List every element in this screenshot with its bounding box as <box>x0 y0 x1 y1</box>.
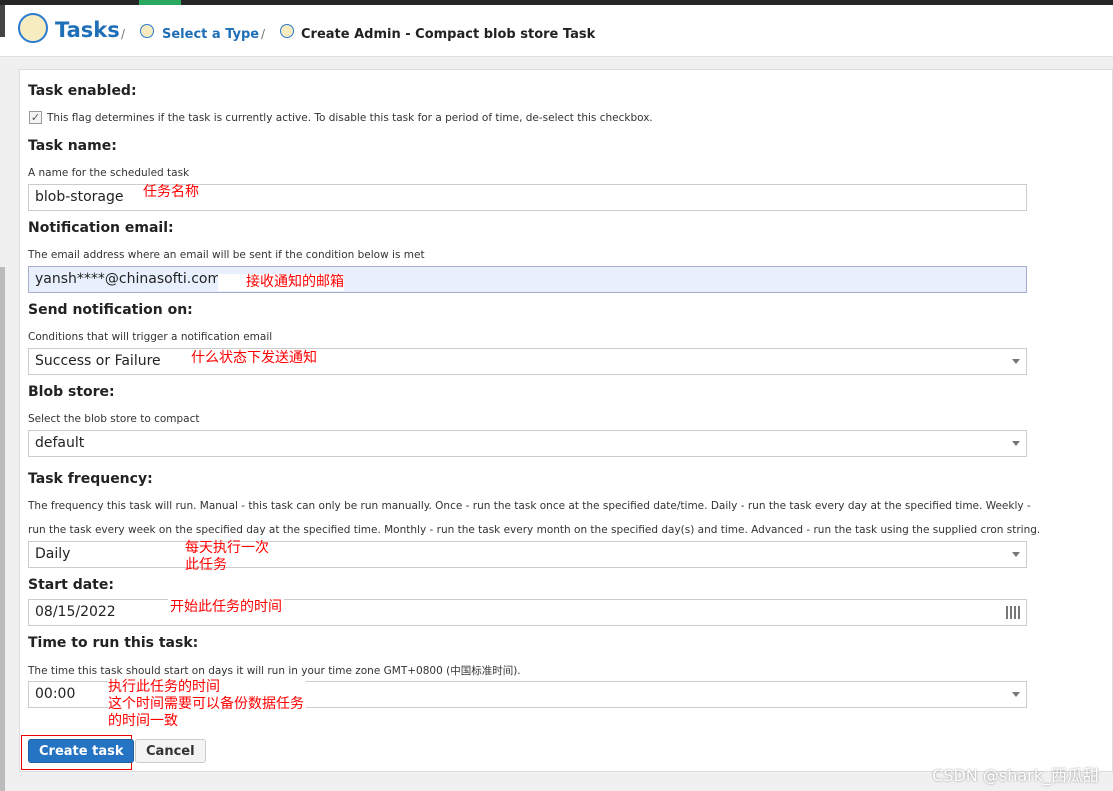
clock-icon <box>140 24 154 38</box>
watermark: CSDN @shark_西瓜甜 <box>932 766 1099 785</box>
breadcrumb-select-type[interactable]: Select a Type <box>162 27 259 42</box>
task-enabled-label: Task enabled: <box>28 83 137 99</box>
chevron-down-icon <box>1012 441 1020 446</box>
notification-email-desc: The email address where an email will be… <box>28 249 425 261</box>
notification-email-input[interactable]: yansh****@chinasofti.com <box>28 266 1027 293</box>
annotation-start-date: 开始此任务的时间 <box>168 599 284 616</box>
task-frequency-desc-2: run the task every week on the specified… <box>28 524 1041 536</box>
time-to-run-desc: The time this task should start on days … <box>28 665 521 677</box>
blob-store-desc: Select the blob store to compact <box>28 413 200 425</box>
page-header: Tasks / Select a Type / Create Admin - C… <box>0 5 1113 57</box>
scrollbar[interactable] <box>0 267 5 791</box>
clock-icon <box>280 24 294 38</box>
task-frequency-desc: The frequency this task will run. Manual… <box>28 500 1031 512</box>
clock-icon <box>18 13 48 43</box>
annotation-task-name: 任务名称 <box>143 184 199 200</box>
blob-store-label: Blob store: <box>28 384 115 400</box>
page-title[interactable]: Tasks <box>55 18 120 42</box>
time-to-run-label: Time to run this task: <box>28 635 199 651</box>
task-frequency-select[interactable]: Daily <box>28 541 1027 568</box>
cancel-button[interactable]: Cancel <box>135 739 206 763</box>
blob-store-value: default <box>35 435 85 451</box>
breadcrumb-current: Create Admin - Compact blob store Task <box>301 27 596 42</box>
breadcrumb-separator: / <box>261 27 266 41</box>
time-to-run-value: 00:00 <box>35 686 76 702</box>
send-notification-label: Send notification on: <box>28 302 193 318</box>
annotation-time: 执行此任务的时间 这个时间需要可以备份数据任务 的时间一致 <box>108 679 306 730</box>
chevron-down-icon <box>1012 552 1020 557</box>
task-name-desc: A name for the scheduled task <box>28 167 190 179</box>
blob-store-select[interactable]: default <box>28 430 1027 457</box>
chevron-down-icon <box>1012 359 1020 364</box>
task-name-value: blob-storage <box>35 189 124 205</box>
task-enabled-desc: This flag determines if the task is curr… <box>47 112 653 124</box>
send-notification-select[interactable]: Success or Failure <box>28 348 1027 375</box>
left-edge <box>0 5 5 37</box>
annotation-email: 接收通知的邮箱 <box>218 274 344 291</box>
create-task-button[interactable]: Create task <box>28 739 135 763</box>
notification-email-value: yansh****@chinasofti.com <box>35 271 222 287</box>
task-name-label: Task name: <box>28 138 117 154</box>
task-frequency-label: Task frequency: <box>28 471 153 487</box>
annotation-notify: 什么状态下发送通知 <box>191 350 317 366</box>
task-frequency-value: Daily <box>35 546 71 562</box>
breadcrumb-separator: / <box>121 27 126 41</box>
send-notification-desc: Conditions that will trigger a notificat… <box>28 331 273 343</box>
start-date-label: Start date: <box>28 577 114 593</box>
send-notification-value: Success or Failure <box>35 353 161 369</box>
annotation-frequency: 每天执行一次 此任务 <box>185 540 269 573</box>
calendar-icon[interactable] <box>1006 606 1022 619</box>
chevron-down-icon <box>1012 692 1020 697</box>
start-date-value: 08/15/2022 <box>35 604 116 620</box>
notification-email-label: Notification email: <box>28 220 174 236</box>
task-enabled-checkbox[interactable]: ✓ <box>29 111 42 124</box>
